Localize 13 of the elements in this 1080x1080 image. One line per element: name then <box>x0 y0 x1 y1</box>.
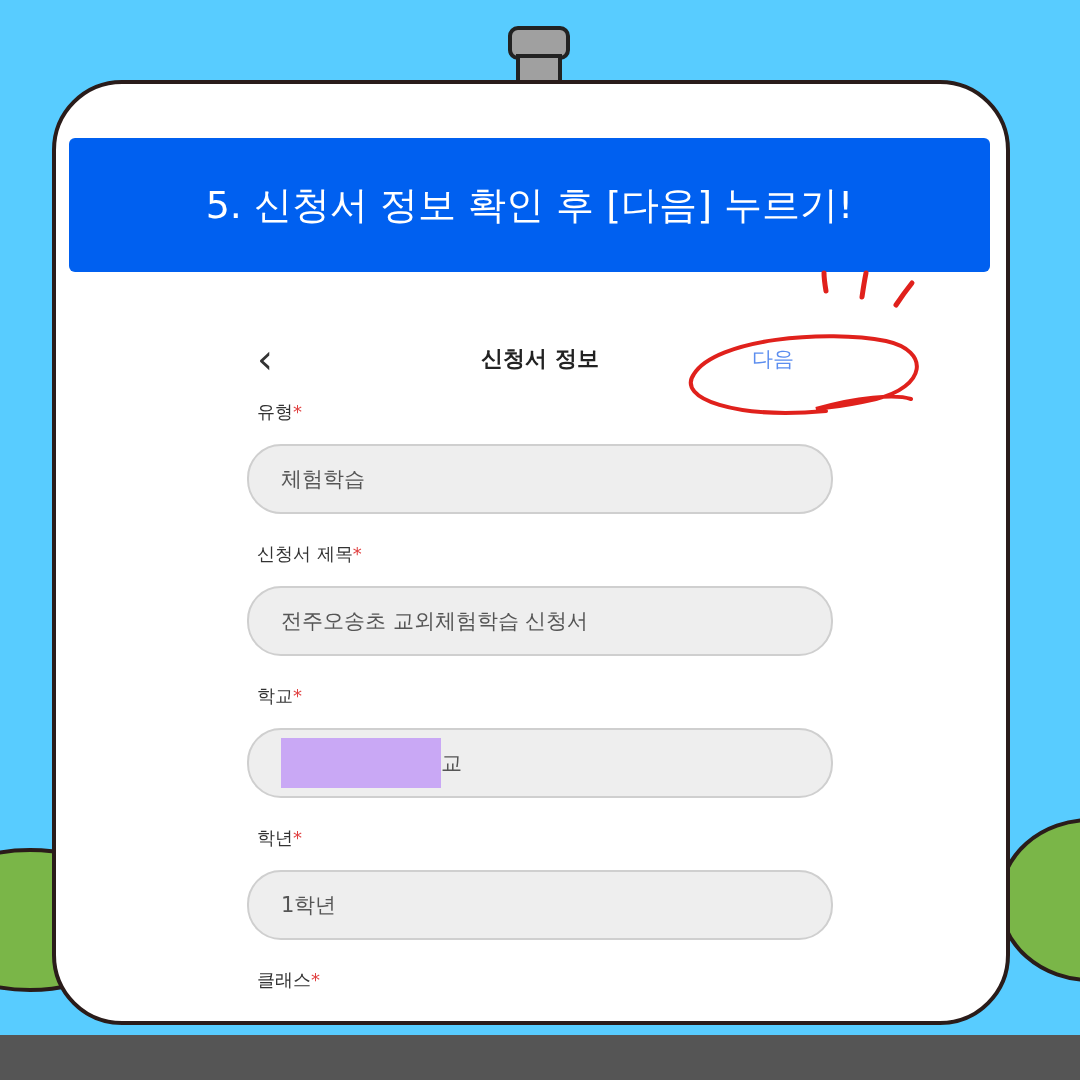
next-button[interactable]: 다음 <box>752 345 794 373</box>
input-field[interactable]: 체험학습 <box>247 444 833 514</box>
field-label: 클래스* <box>257 968 321 992</box>
input-field[interactable]: 전주오송초 교외체험학습 신청서 <box>247 586 833 656</box>
field-label: 신청서 제목* <box>257 542 363 566</box>
back-button[interactable]: ‹ <box>257 339 273 379</box>
screen-title: 신청서 정보 <box>481 345 599 373</box>
banner-title: 5. 신청서 정보 확인 후 [다음] 누르기! <box>69 138 990 272</box>
field-label: 유형* <box>257 400 303 424</box>
input-field[interactable]: 교 <box>247 728 833 798</box>
field-label: 학년* <box>257 826 303 850</box>
field-label: 학교* <box>257 684 303 708</box>
input-field[interactable]: 1학년 <box>247 870 833 940</box>
